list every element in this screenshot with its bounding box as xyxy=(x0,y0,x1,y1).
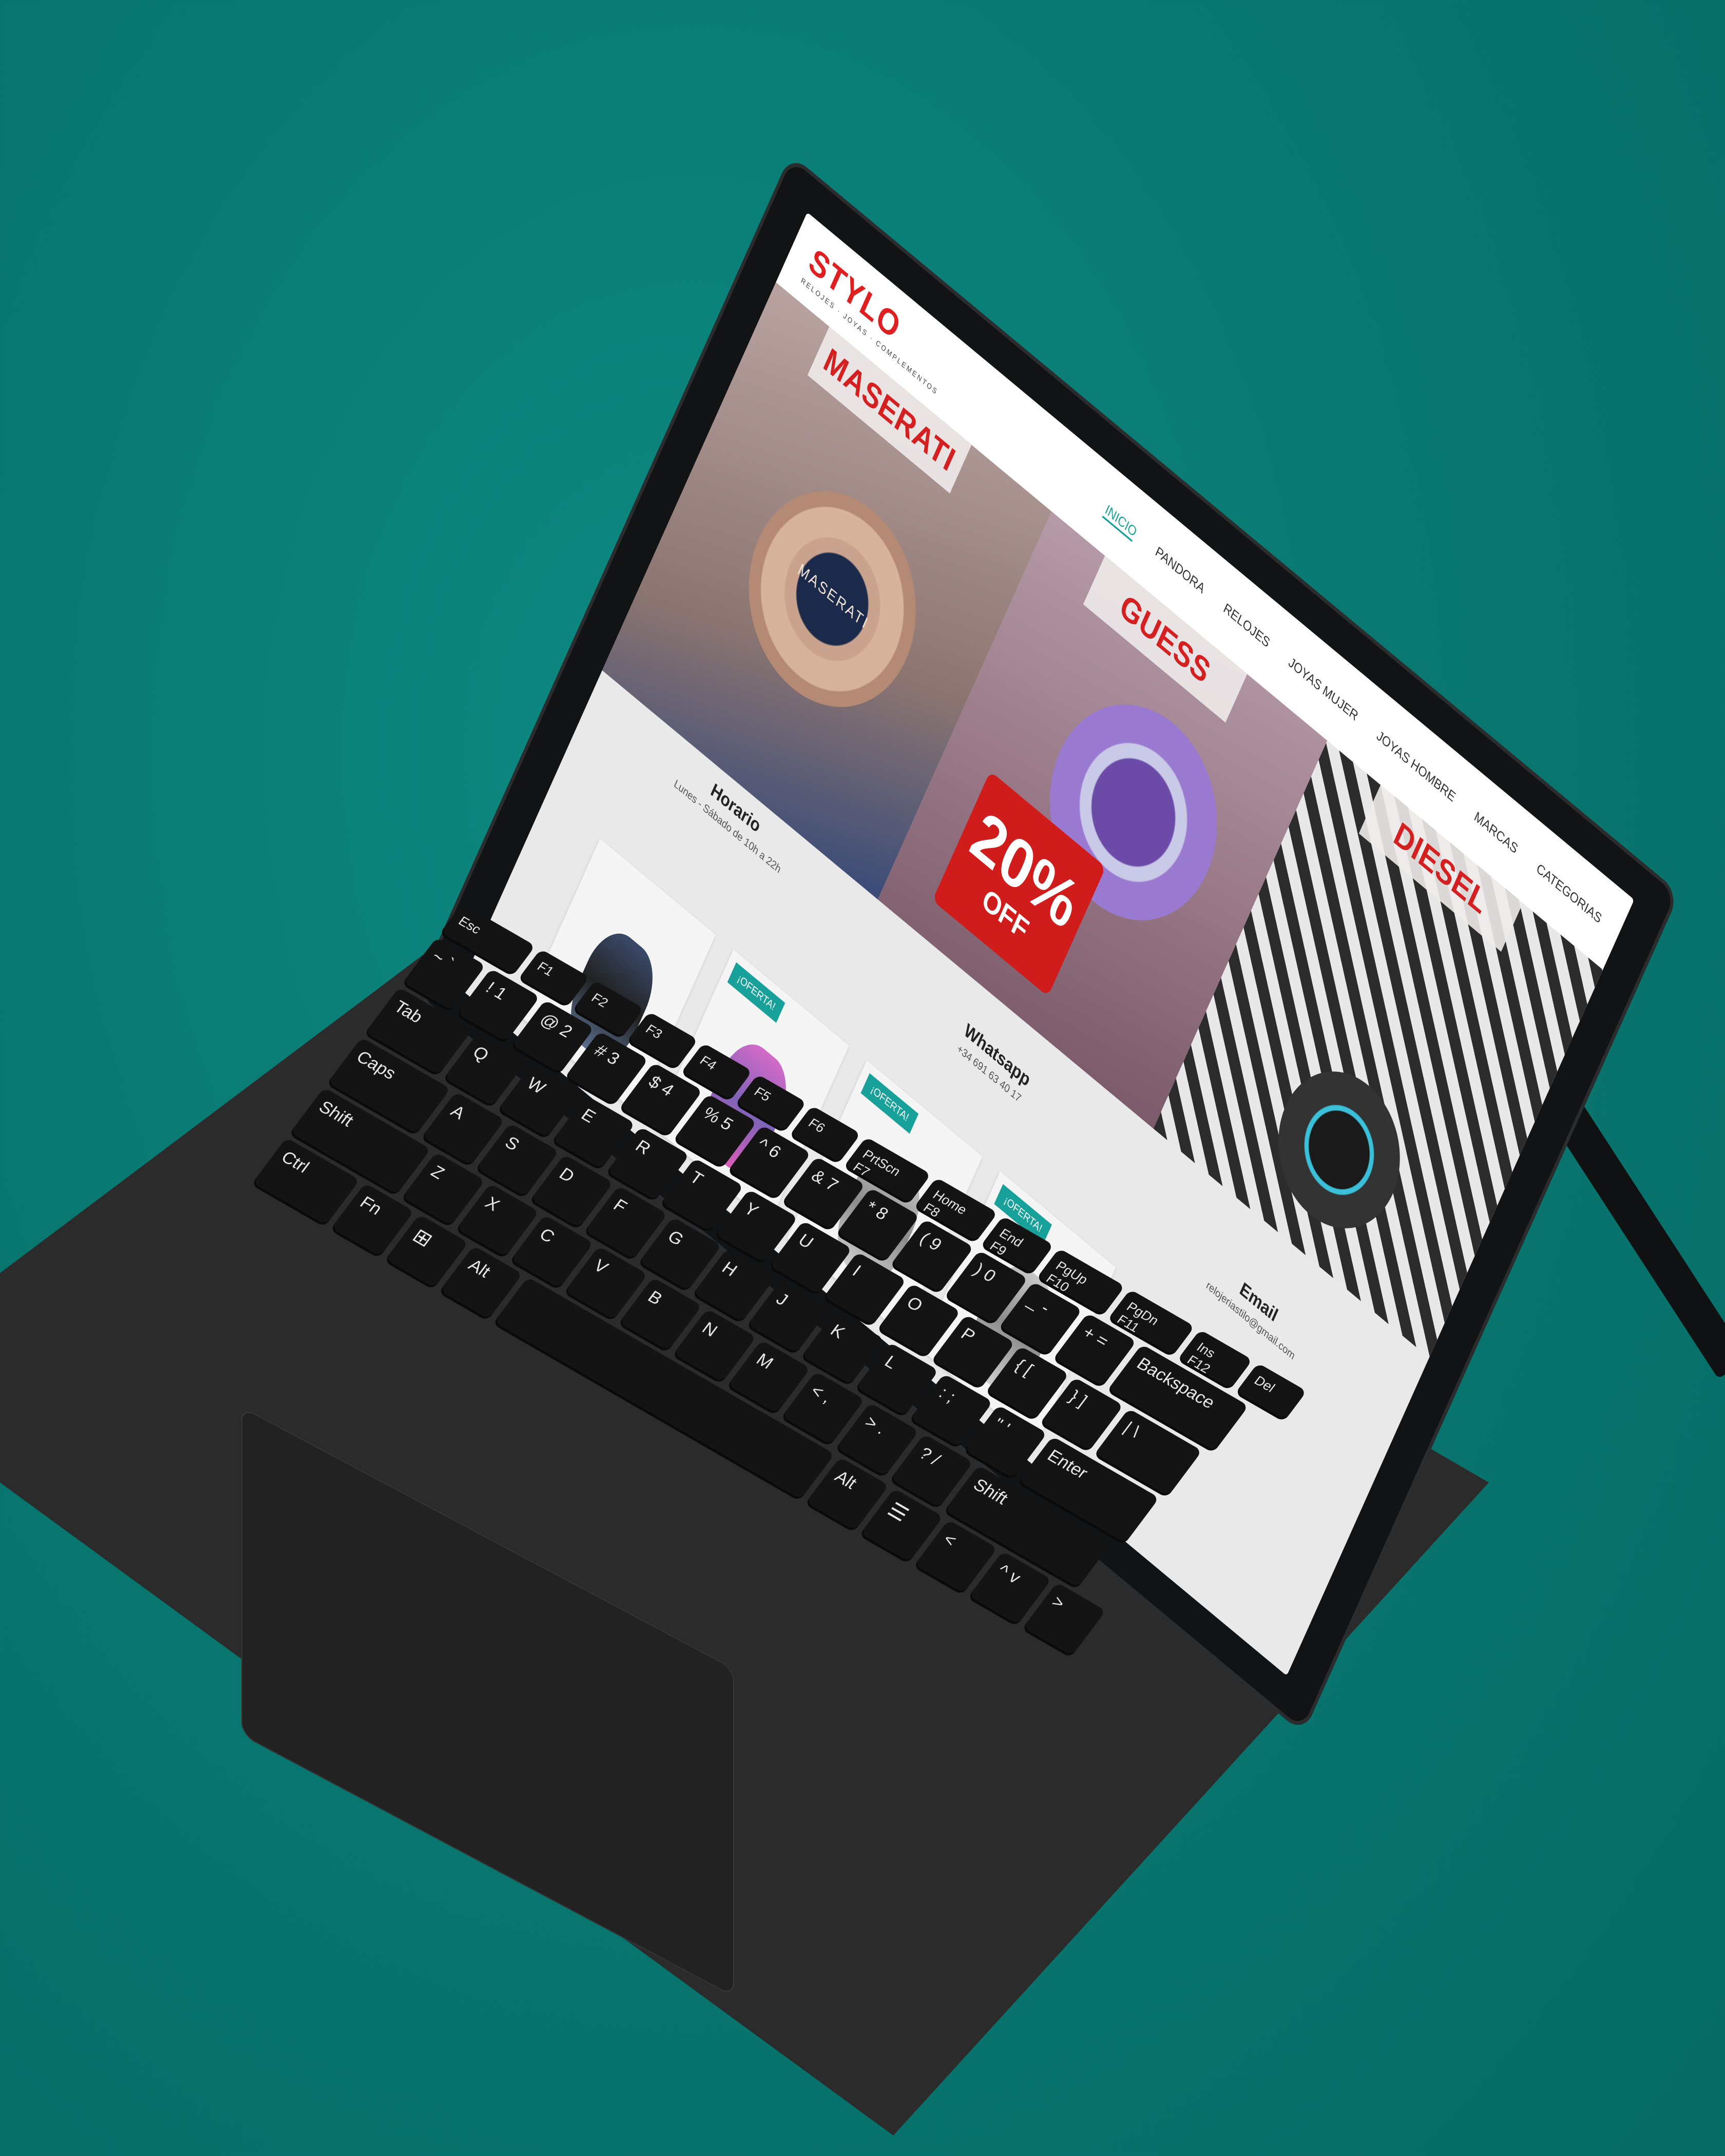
watch-image xyxy=(1257,1041,1422,1259)
nav-item-pandora[interactable]: PANDORA xyxy=(1153,544,1208,599)
nav-item-marcas[interactable]: MARCAS xyxy=(1471,808,1520,859)
menu-icon: ☰ xyxy=(883,1498,913,1526)
watch-image: MASERATI xyxy=(719,449,946,749)
nav-item-categorias[interactable]: CATEGORIAS xyxy=(1534,860,1604,929)
windows-logo-icon: ⊞ xyxy=(408,1224,437,1252)
nav-item-relojes[interactable]: RELOJES xyxy=(1220,600,1272,653)
nav-item-inicio[interactable]: INICIO xyxy=(1102,502,1139,542)
watch-face-label: MASERATI xyxy=(795,560,872,633)
